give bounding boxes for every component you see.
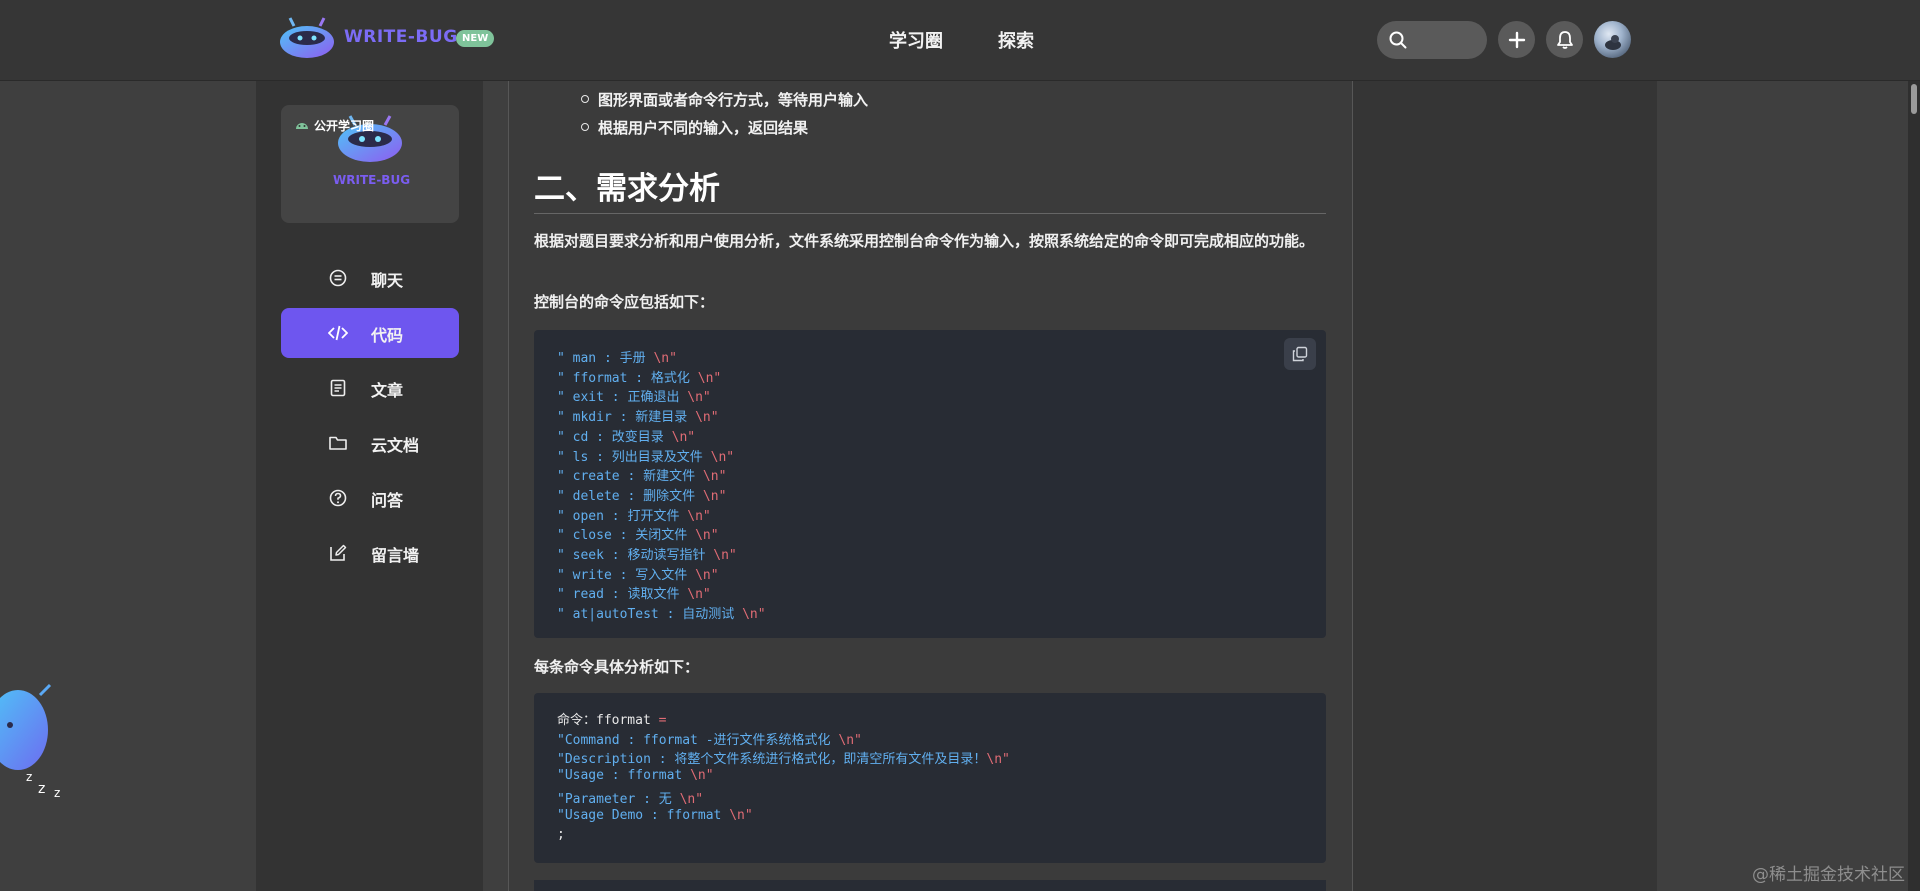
svg-text:z: z xyxy=(38,781,45,797)
watermark: @稀土掘金技术社区 xyxy=(1752,865,1905,885)
sidebar-item-label: 留言墙 xyxy=(371,546,420,565)
sidebar-item-label: 文章 xyxy=(371,381,404,400)
scrollbar-thumb[interactable] xyxy=(1911,84,1917,114)
code-line: " cd : 改变目录 \n" xyxy=(557,429,696,445)
logo-mascot-icon[interactable] xyxy=(278,16,336,60)
search-icon xyxy=(1389,31,1407,49)
code-line: "Usage Demo : fformat \n" xyxy=(557,807,753,823)
folder-icon xyxy=(329,436,347,450)
plus-icon xyxy=(1508,31,1525,48)
android-icon xyxy=(296,123,308,129)
avatar-image-icon xyxy=(1605,35,1621,50)
user-avatar[interactable] xyxy=(1594,21,1631,58)
sidebar-item-cloud-docs[interactable]: 云文档 xyxy=(281,418,459,468)
code-line: "Description : 将整个文件系统进行格式化，即清空所有文件及目录！\… xyxy=(557,752,1010,768)
paragraph: 根据对题目要求分析和用户使用分析，文件系统采用控制台命令作为输入，按照系统给定的… xyxy=(534,232,1315,250)
edit-icon xyxy=(330,544,347,561)
section-heading: 二、需求分析 xyxy=(534,171,720,207)
code-line: " open : 打开文件 \n" xyxy=(557,508,711,524)
sidebar-item-qa[interactable]: 问答 xyxy=(281,473,459,523)
code-line: " seek : 移动读写指针 \n" xyxy=(557,548,737,563)
right-panel xyxy=(1353,81,1657,891)
list-item: 图形界面或者命令行方式，等待用户输入 xyxy=(580,91,869,109)
paragraph: 控制台的命令应包括如下： xyxy=(534,293,715,311)
code-line: ; xyxy=(557,827,565,843)
code-line: " exit : 正确退出 \n" xyxy=(557,390,711,406)
sidebar-item-label: 云文档 xyxy=(371,436,420,455)
list-item: 根据用户不同的输入，返回结果 xyxy=(580,119,809,137)
nav-learning-circle[interactable]: 学习圈 xyxy=(889,27,943,53)
code-block: 命令：fformat = "Command : fformat -进行文件系统格式… xyxy=(534,693,1326,863)
code-line: " mkdir : 新建目录 \n" xyxy=(557,410,719,426)
code-block: " man : 手册 \n" " fformat : 格式化 \n" " exit … xyxy=(534,330,1326,638)
copy-button[interactable] xyxy=(1284,338,1316,370)
code-line: "Parameter : 无 \n" xyxy=(557,791,704,807)
code-line: " read : 读取文件 \n" xyxy=(557,587,711,603)
brand-name[interactable]: WRITE-BUG xyxy=(344,27,458,47)
code-line: " write : 写入文件 \n" xyxy=(557,567,719,583)
notifications-button[interactable] xyxy=(1546,21,1583,58)
article-icon xyxy=(330,379,346,397)
question-icon xyxy=(329,489,347,507)
code-block xyxy=(534,880,1326,891)
code-line: "Usage : fformat \n" xyxy=(557,768,714,784)
code-line: " man : 手册 \n" xyxy=(557,351,677,366)
code-line: " create : 新建文件 \n" xyxy=(557,469,727,485)
sidebar-item-label: 问答 xyxy=(371,491,404,510)
chat-icon xyxy=(329,269,347,287)
add-button[interactable] xyxy=(1498,21,1535,58)
community-label: 公开学习圈 xyxy=(314,119,375,133)
heading-divider xyxy=(534,213,1326,214)
code-line: " fformat : 格式化 \n" xyxy=(557,370,722,386)
copy-icon xyxy=(1292,346,1308,362)
sidebar-item-label: 聊天 xyxy=(371,271,404,290)
code-line: 命令：fformat = xyxy=(557,713,667,728)
floating-mascot-icon[interactable]: z z z xyxy=(0,665,70,805)
paragraph: 每条命令具体分析如下： xyxy=(534,658,700,676)
card-brand-text: WRITE-BUG xyxy=(333,173,411,187)
search-input[interactable] xyxy=(1377,21,1487,59)
page-scrollbar[interactable] xyxy=(1908,81,1920,891)
new-badge: NEW xyxy=(456,30,495,47)
sidebar-item-code[interactable]: 代码 xyxy=(281,308,459,358)
top-navbar: WRITE-BUG NEW 学习圈 探索 xyxy=(0,0,1920,81)
bell-icon xyxy=(1556,30,1573,49)
nav-explore[interactable]: 探索 xyxy=(998,27,1034,53)
sidebar-item-chat[interactable]: 聊天 xyxy=(281,253,459,303)
sidebar-item-message-wall[interactable]: 留言墙 xyxy=(281,528,459,578)
code-line: " at|autoTest : 自动测试 \n" xyxy=(557,607,766,623)
svg-text:z: z xyxy=(54,786,60,800)
code-line: " delete : 删除文件 \n" xyxy=(557,488,727,504)
sidebar-item-label: 代码 xyxy=(371,326,404,345)
sidebar-item-articles[interactable]: 文章 xyxy=(281,363,459,413)
code-icon xyxy=(328,325,348,341)
code-line: " close : 关闭文件 \n" xyxy=(557,528,719,544)
svg-text:z: z xyxy=(26,770,32,784)
code-line: " ls : 列出目录及文件 \n" xyxy=(557,449,735,465)
code-line: "Command : fformat -进行文件系统格式化 \n" xyxy=(557,732,862,748)
